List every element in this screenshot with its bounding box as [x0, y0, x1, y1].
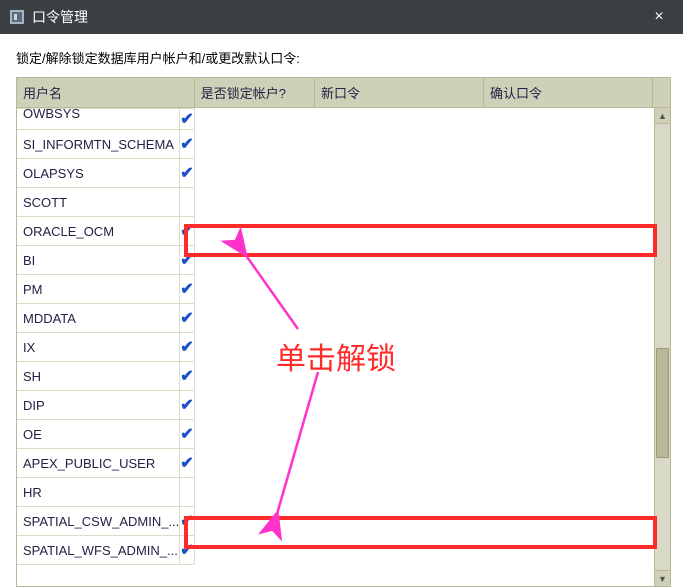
table-row[interactable]: IX✔ [17, 333, 195, 362]
check-icon: ✔ [180, 337, 193, 357]
user-cell: DIP [17, 398, 179, 413]
user-cell: SH [17, 369, 179, 384]
user-cell: SCOTT [17, 195, 179, 210]
vertical-scrollbar[interactable]: ▲ ▼ [654, 108, 670, 586]
col-header-user[interactable]: 用户名 [17, 78, 194, 108]
lock-cell[interactable]: ✔ [180, 507, 194, 536]
user-cell: SPATIAL_CSW_ADMIN_... [17, 514, 179, 529]
user-cell: IX [17, 340, 179, 355]
scroll-down-icon[interactable]: ▼ [655, 570, 670, 586]
col-header-confpwd[interactable]: 确认口令 [484, 78, 653, 108]
scroll-thumb[interactable] [656, 348, 669, 458]
lock-cell[interactable] [180, 478, 194, 507]
lock-cell[interactable]: ✔ [180, 362, 194, 391]
check-icon: ✔ [180, 366, 193, 386]
lock-cell[interactable]: ✔ [180, 130, 194, 159]
window-title: 口令管理 [32, 7, 643, 27]
user-cell: APEX_PUBLIC_USER [17, 456, 179, 471]
check-icon: ✔ [180, 163, 193, 183]
user-cell: SPATIAL_WFS_ADMIN_... [17, 543, 179, 558]
table-header-row: 用户名 是否锁定帐户? 新口令 确认口令 [17, 78, 670, 108]
table-row[interactable]: PM✔ [17, 275, 195, 304]
col-header-scroll [653, 78, 670, 108]
table-row[interactable]: MDDATA✔ [17, 304, 195, 333]
titlebar: 口令管理 × [0, 0, 683, 34]
check-icon: ✔ [180, 250, 193, 270]
lock-cell[interactable]: ✔ [180, 536, 194, 565]
check-icon: ✔ [180, 308, 193, 328]
table-row[interactable]: SPATIAL_CSW_ADMIN_...✔ [17, 507, 195, 536]
check-icon: ✔ [180, 540, 193, 560]
check-icon: ✔ [180, 134, 193, 154]
table-row[interactable]: SPATIAL_WFS_ADMIN_...✔ [17, 536, 195, 565]
user-cell: PM [17, 282, 179, 297]
user-cell: OLAPSYS [17, 166, 179, 181]
check-icon: ✔ [180, 511, 193, 531]
content-area: 锁定/解除锁定数据库用户帐户和/或更改默认口令: 用户名 是否锁定帐户? 新口令… [0, 34, 683, 587]
lock-cell[interactable]: ✔ [180, 304, 194, 333]
password-management-window: 口令管理 × 锁定/解除锁定数据库用户帐户和/或更改默认口令: 用户名 是否锁定… [0, 0, 683, 587]
table-body: OWBSYS✔SI_INFORMTN_SCHEMA✔OLAPSYS✔SCOTT*… [17, 108, 654, 586]
col-header-lock[interactable]: 是否锁定帐户? [194, 78, 314, 108]
table-row[interactable]: OWBSYS✔ [17, 109, 195, 130]
app-icon [8, 8, 26, 26]
user-cell: OE [17, 427, 179, 442]
check-icon: ✔ [180, 109, 193, 129]
user-cell: SI_INFORMTN_SCHEMA [17, 137, 179, 152]
lock-cell[interactable]: ✔ [180, 217, 194, 246]
lock-cell[interactable]: ✔ [180, 449, 194, 478]
table-row[interactable]: SCOTT************ [17, 188, 195, 217]
check-icon: ✔ [180, 279, 193, 299]
table-row[interactable]: HR************ [17, 478, 195, 507]
col-header-newpwd[interactable]: 新口令 [314, 78, 483, 108]
table-row[interactable]: DIP✔ [17, 391, 195, 420]
lock-cell[interactable]: ✔ [180, 420, 194, 449]
lock-cell[interactable] [180, 188, 194, 217]
table-row[interactable]: SH✔ [17, 362, 195, 391]
table-row[interactable]: SI_INFORMTN_SCHEMA✔ [17, 130, 195, 159]
lock-cell[interactable]: ✔ [180, 159, 194, 188]
user-cell: ORACLE_OCM [17, 224, 179, 239]
check-icon: ✔ [180, 424, 193, 444]
lock-cell[interactable]: ✔ [180, 275, 194, 304]
lock-cell[interactable]: ✔ [180, 391, 194, 420]
lock-cell[interactable]: ✔ [180, 109, 194, 130]
user-cell: HR [17, 485, 179, 500]
lock-cell[interactable]: ✔ [180, 246, 194, 275]
user-cell: OWBSYS [17, 108, 179, 121]
table-row[interactable]: APEX_PUBLIC_USER✔ [17, 449, 195, 478]
instruction-text: 锁定/解除锁定数据库用户帐户和/或更改默认口令: [16, 48, 671, 67]
check-icon: ✔ [180, 395, 193, 415]
table-row[interactable]: OE✔ [17, 420, 195, 449]
user-cell: BI [17, 253, 179, 268]
check-icon: ✔ [180, 453, 193, 473]
scroll-up-icon[interactable]: ▲ [655, 108, 670, 124]
user-cell: MDDATA [17, 311, 179, 326]
check-icon: ✔ [180, 221, 193, 241]
accounts-grid: 用户名 是否锁定帐户? 新口令 确认口令 OWBSYS✔SI_INFORMTN_… [16, 77, 671, 587]
lock-cell[interactable]: ✔ [180, 333, 194, 362]
table-row[interactable]: BI✔ [17, 246, 195, 275]
table-row[interactable]: ORACLE_OCM✔ [17, 217, 195, 246]
table-row[interactable]: OLAPSYS✔ [17, 159, 195, 188]
close-icon[interactable]: × [643, 0, 675, 34]
